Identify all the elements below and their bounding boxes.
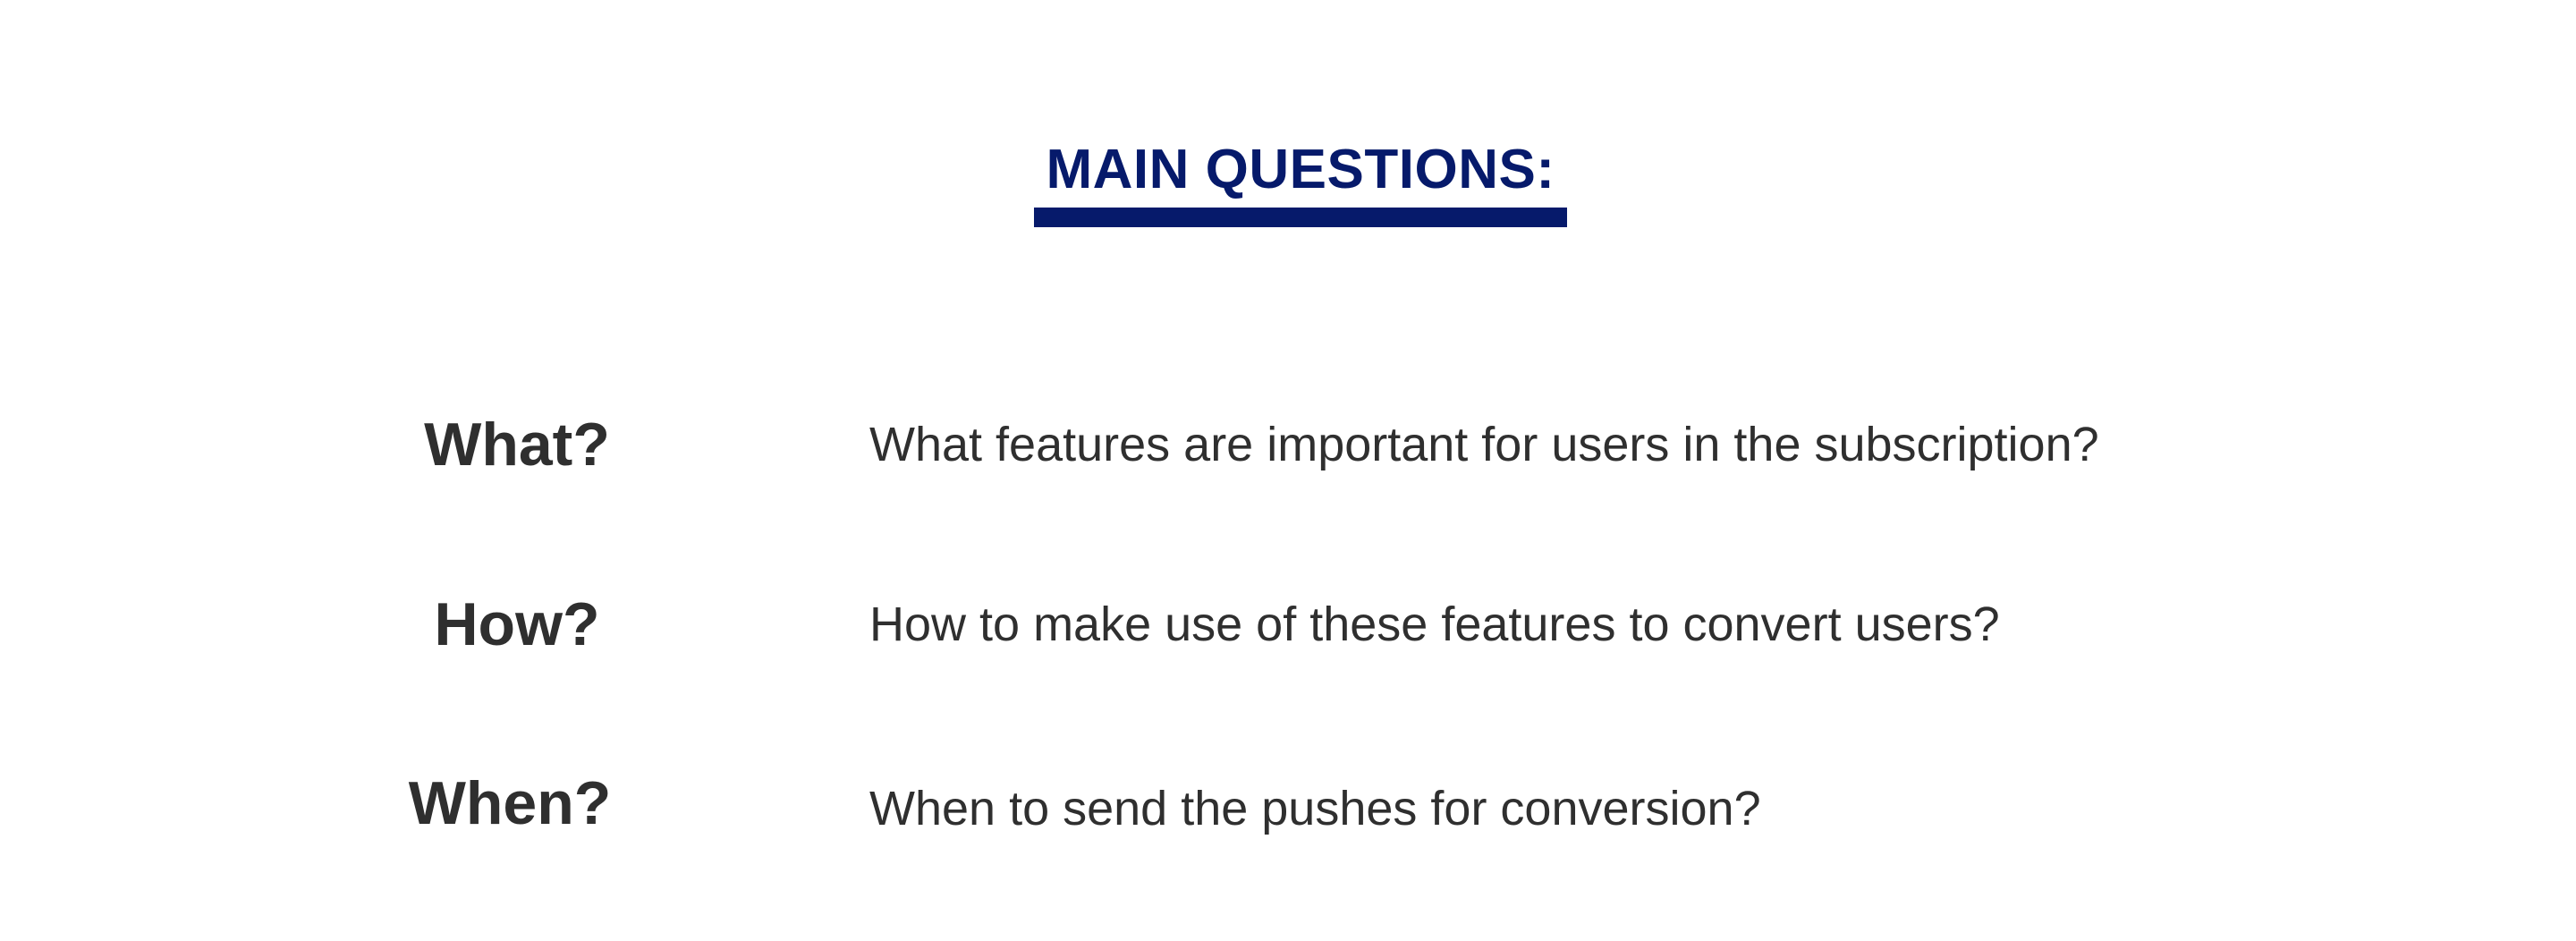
question-row-how: How? How to make use of these features t… <box>0 580 2576 669</box>
main-questions-heading: MAIN QUESTIONS: <box>1034 134 1567 227</box>
question-key: How? <box>434 590 600 658</box>
question-row-what: What? What features are important for us… <box>0 400 2576 489</box>
question-key: When? <box>408 769 612 837</box>
question-row-when: When? When to send the pushes for conver… <box>0 759 2576 848</box>
question-text: When to send the pushes for conversion? <box>869 782 1761 835</box>
title-underline <box>1034 208 1567 227</box>
question-text: What features are important for users in… <box>869 418 2099 471</box>
page-title: MAIN QUESTIONS: <box>1046 139 1555 200</box>
question-text: How to make use of these features to con… <box>869 598 2000 651</box>
question-key: What? <box>424 411 610 479</box>
